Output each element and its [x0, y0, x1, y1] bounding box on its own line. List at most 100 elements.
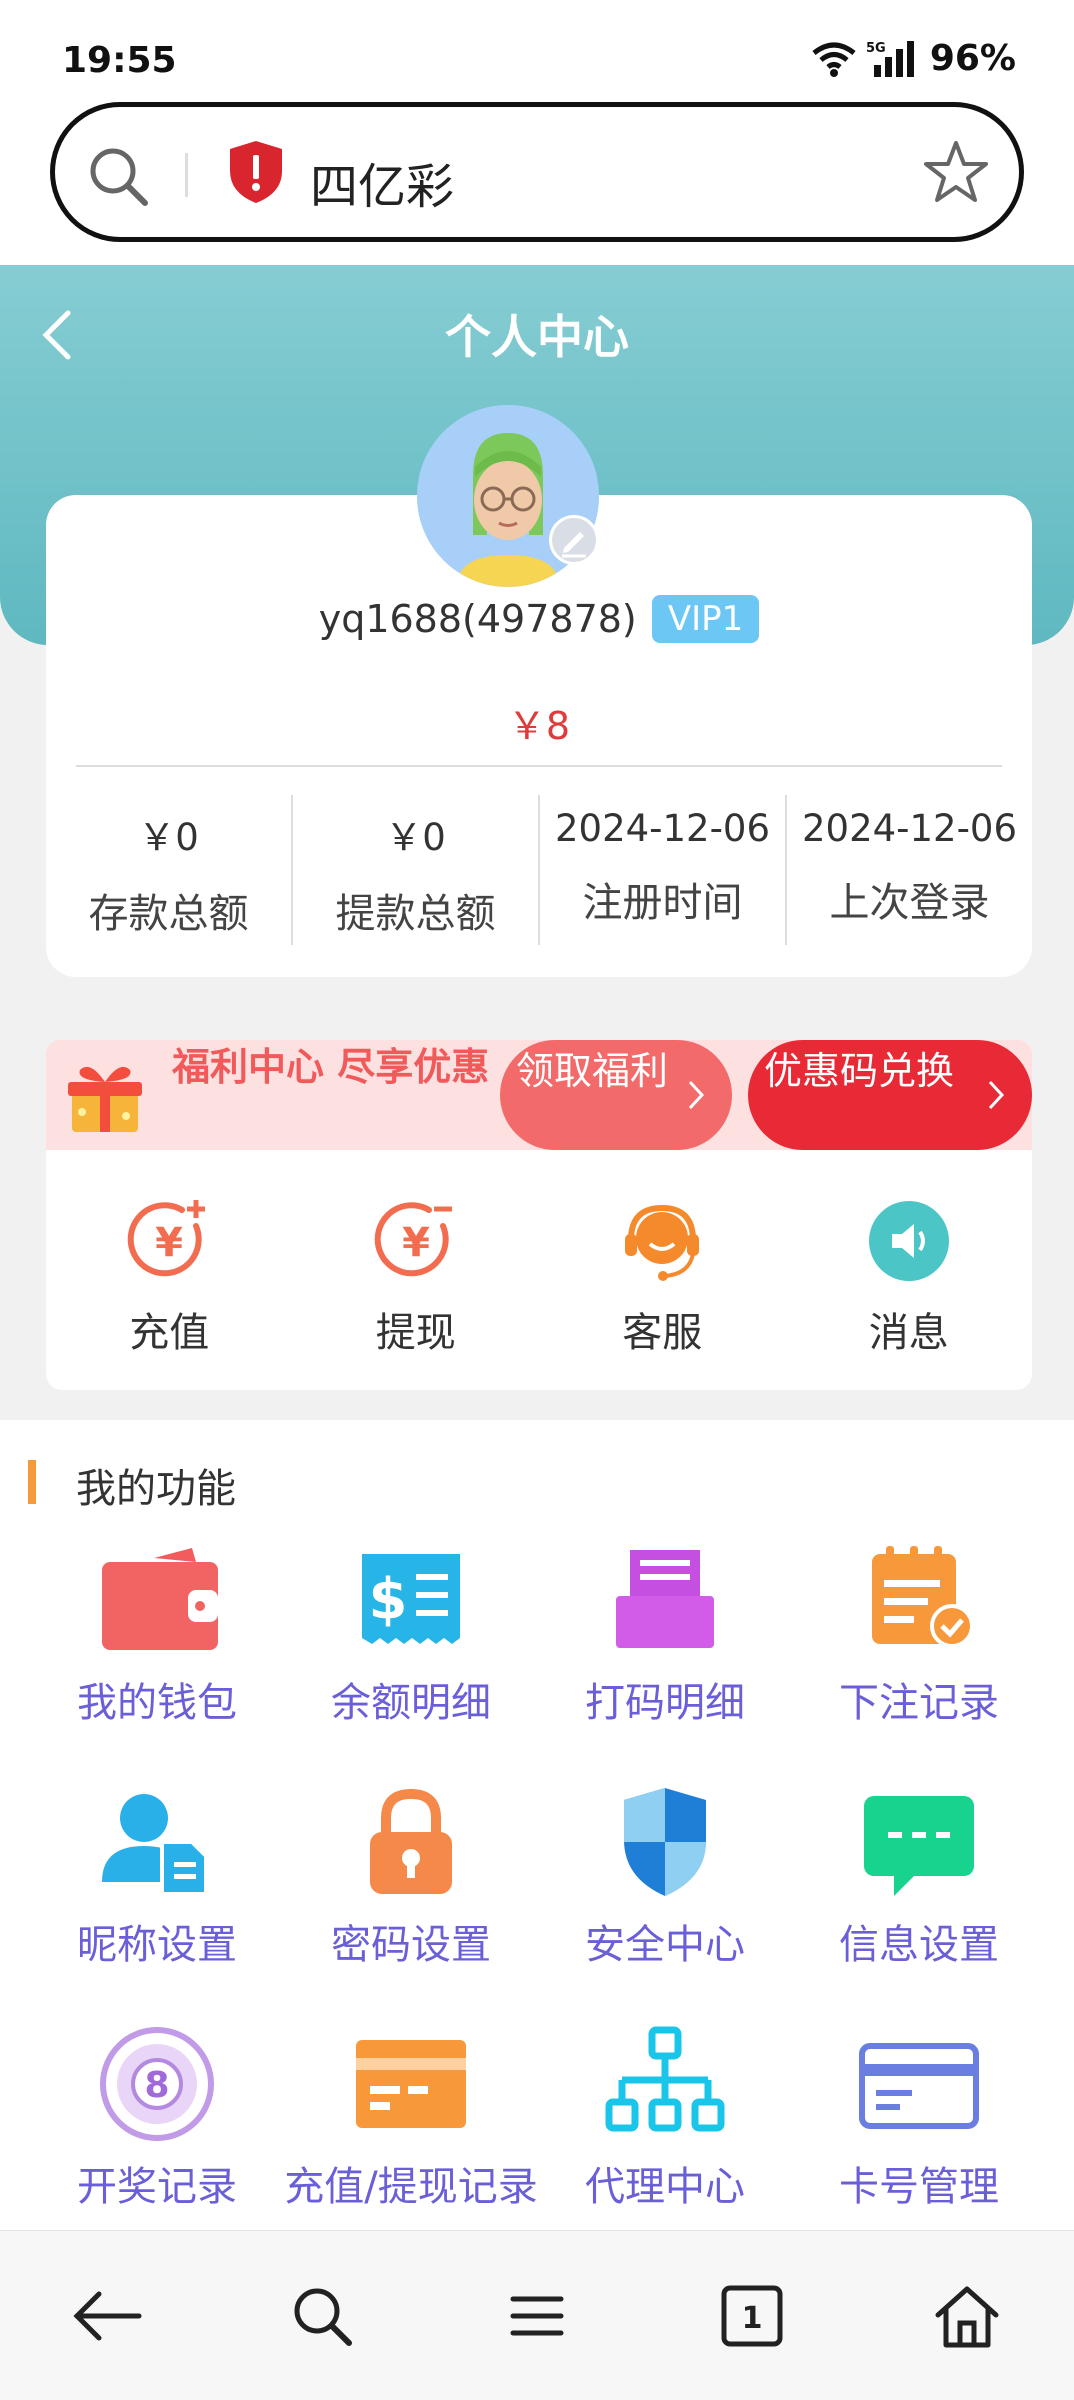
site-title[interactable]: 四亿彩: [310, 147, 454, 217]
withdraw-label: 提现: [375, 1310, 456, 1356]
balance-detail-label: 余额明细: [331, 1680, 491, 1726]
deposit-label: 充值: [129, 1310, 210, 1356]
svg-text:8: 8: [144, 2065, 169, 2106]
redeem-code-button[interactable]: 优惠码兑换: [748, 1040, 1032, 1150]
wallet-icon: [102, 1548, 218, 1650]
stat-label: 注册时间: [582, 880, 743, 926]
welfare-banner: 福利中心 尽享优惠 领取福利 优惠码兑换: [46, 1040, 1032, 1150]
address-divider: [185, 153, 188, 197]
card-divider: [76, 765, 1002, 767]
deposit-button[interactable]: ¥ 充值: [46, 1150, 293, 1390]
svg-text:¥: ¥: [155, 1220, 183, 1266]
shield-icon: [624, 1788, 706, 1896]
home-icon: [935, 2286, 999, 2347]
status-icons: 5G 96%: [810, 38, 1016, 79]
password-setting-label: 密码设置: [331, 1922, 491, 1968]
search-icon: [294, 2288, 353, 2346]
section-marker: [28, 1460, 36, 1504]
nickname-setting-label: 昵称设置: [77, 1922, 237, 1968]
card-management-label: 卡号管理: [839, 2164, 999, 2210]
lock-icon: [370, 1788, 452, 1894]
browser-bottom-nav: 1: [0, 2230, 1074, 2400]
search-icon[interactable]: [85, 143, 151, 209]
customer-service-label: 客服: [622, 1310, 703, 1356]
stat-registration-date: 2024-12-06 注册时间: [540, 795, 787, 945]
back-arrow-icon: [73, 2291, 142, 2340]
chat-icon: [864, 1796, 974, 1896]
stat-label: 存款总额: [88, 891, 249, 937]
message-setting-label: 信息设置: [839, 1922, 999, 1968]
bet-record-label: 下注记录: [839, 1680, 999, 1726]
message-setting-item[interactable]: 信息设置: [792, 1782, 1046, 2024]
battery-level: 96%: [929, 38, 1016, 79]
function-grid: 我的钱包 $ 余额明细 打码明细 下注记录 昵称设置 密码设置 安全中心 信息设…: [0, 1540, 1074, 2266]
stat-label: 上次登录: [829, 880, 990, 926]
lottery-ball-icon: 8: [100, 2027, 214, 2141]
stat-value: 2024-12-06: [554, 807, 771, 850]
vip-badge: VIP1: [651, 595, 760, 643]
deposit-withdraw-record-label: 充值/提现记录: [284, 2164, 538, 2210]
nickname-setting-item[interactable]: 昵称设置: [30, 1782, 284, 2024]
stat-total-withdrawal: ￥0 提款总额: [293, 795, 540, 945]
status-bar: 19:55 5G 96%: [0, 0, 1074, 95]
network-type: 5G: [866, 41, 886, 56]
tabs-icon: 1: [721, 2285, 783, 2346]
message-button[interactable]: 消息: [786, 1150, 1033, 1390]
user-doc-icon: [102, 1794, 208, 1896]
security-center-label: 安全中心: [585, 1922, 745, 1968]
star-icon[interactable]: [921, 137, 991, 207]
betting-code-detail-item[interactable]: 打码明细: [538, 1540, 792, 1782]
nav-home[interactable]: [859, 2231, 1074, 2400]
wallet-item[interactable]: 我的钱包: [30, 1540, 284, 1782]
chevron-right-icon: [988, 1080, 1005, 1110]
wallet-label: 我的钱包: [77, 1680, 237, 1726]
draw-record-label: 开奖记录: [77, 2164, 237, 2210]
receipt-icon: $: [362, 1554, 460, 1644]
message-label: 消息: [868, 1310, 949, 1356]
bet-record-item[interactable]: 下注记录: [792, 1540, 1046, 1782]
nav-menu[interactable]: [430, 2231, 645, 2400]
username: yq1688(497878): [318, 597, 637, 641]
org-chart-icon: [605, 2026, 725, 2132]
section-title: 我的功能: [76, 1466, 236, 1512]
svg-text:1: 1: [741, 2301, 762, 2336]
withdraw-button[interactable]: ¥ 提现: [293, 1150, 540, 1390]
clipboard-check-icon: [872, 1546, 974, 1648]
warning-shield-icon[interactable]: [227, 139, 285, 205]
svg-text:¥: ¥: [402, 1220, 430, 1266]
balance-detail-item[interactable]: $ 余额明细: [284, 1540, 538, 1782]
address-bar[interactable]: 四亿彩: [50, 102, 1024, 242]
nav-search[interactable]: [215, 2231, 430, 2400]
stat-value: ￥0: [138, 816, 199, 859]
claim-welfare-button[interactable]: 领取福利: [500, 1040, 732, 1150]
claim-welfare-label: 领取福利: [516, 1049, 669, 1093]
user-row: yq1688(497878) VIP1: [46, 595, 1032, 643]
betting-code-detail-label: 打码明细: [585, 1680, 745, 1726]
card-icon: [356, 2040, 466, 2128]
security-center-item[interactable]: 安全中心: [538, 1782, 792, 2024]
status-time: 19:55: [62, 40, 177, 81]
stat-value: ￥0: [385, 816, 446, 859]
stat-label: 提款总额: [335, 891, 496, 937]
my-functions: 我的功能 我的钱包 $ 余额明细 打码明细 下注记录 昵称设置 密码设置 安全中…: [0, 1420, 1074, 2230]
signal-icon: 5G: [866, 40, 914, 77]
gift-icon: [68, 1066, 142, 1132]
speaker-icon: [868, 1201, 949, 1281]
stat-last-login: 2024-12-06 上次登录: [787, 795, 1032, 945]
password-setting-item[interactable]: 密码设置: [284, 1782, 538, 2024]
menu-icon: [510, 2296, 564, 2335]
printer-icon: [616, 1550, 714, 1648]
nav-tabs[interactable]: 1: [644, 2231, 859, 2400]
stat-value: 2024-12-06: [801, 807, 1018, 850]
svg-text:$: $: [369, 1567, 408, 1632]
welfare-text: 福利中心 尽享优惠: [172, 1045, 490, 1089]
balance: ￥8: [507, 704, 571, 748]
edit-avatar-icon[interactable]: [549, 515, 599, 565]
wifi-icon: [812, 42, 856, 77]
browser-bar: 四亿彩: [0, 95, 1074, 265]
withdraw-icon: ¥: [374, 1202, 452, 1277]
customer-service-button[interactable]: 客服: [539, 1150, 786, 1390]
deposit-icon: ¥: [127, 1200, 206, 1277]
bank-card-icon: [859, 2043, 979, 2129]
nav-back[interactable]: [0, 2231, 215, 2400]
